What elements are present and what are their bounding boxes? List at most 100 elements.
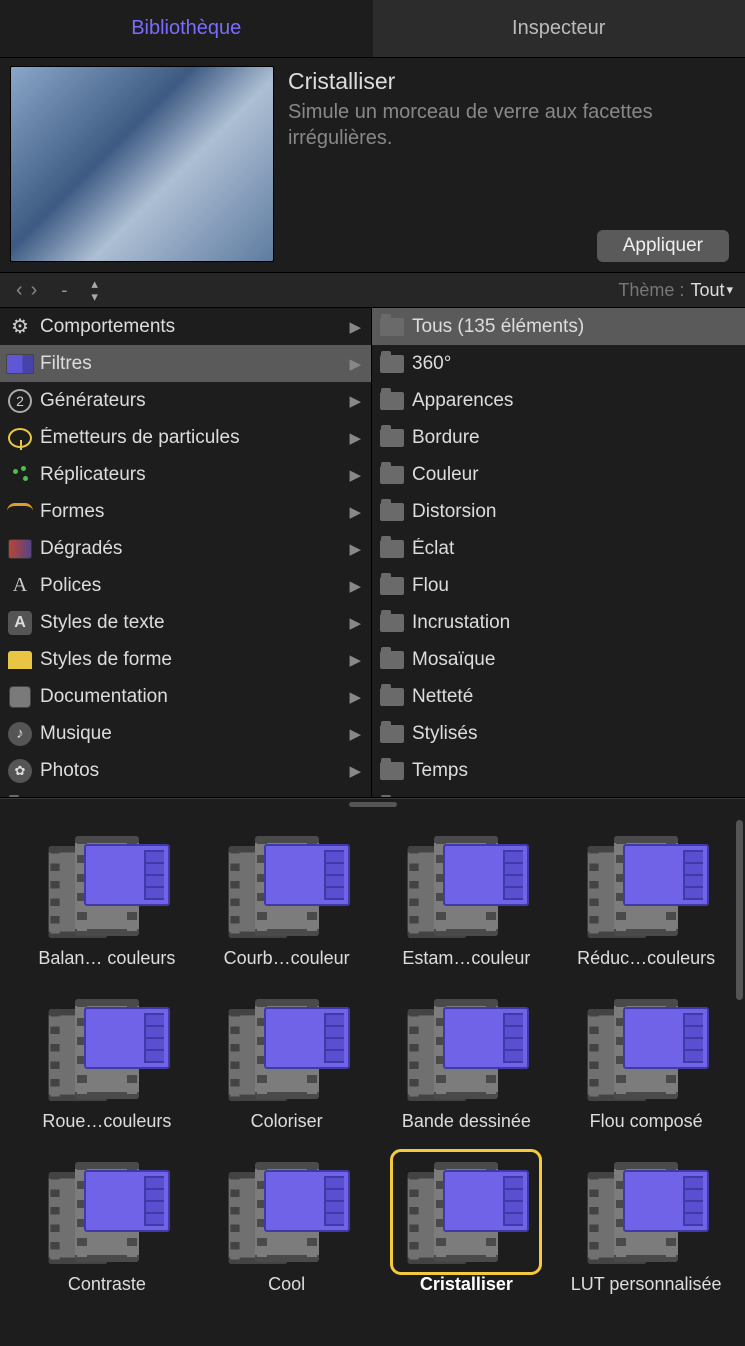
subcategory-row[interactable]: Couleur (372, 456, 745, 493)
shape-style-icon (6, 646, 34, 674)
subcategory-column: Tous (135 éléments) 360° Apparences Bordure… (372, 308, 745, 797)
filter-cell[interactable]: Courb…couleur (204, 830, 370, 969)
subcategory-row[interactable]: Distorsion (372, 493, 745, 530)
subcategory-row[interactable]: Netteté (372, 678, 745, 715)
subcategory-label: Tous (135 éléments) (412, 316, 739, 338)
filter-thumbnail (218, 1156, 356, 1268)
tab-inspector[interactable]: Inspecteur (373, 0, 745, 57)
subcategory-row[interactable]: Stylisés (372, 715, 745, 752)
filter-thumbnail (397, 830, 535, 942)
filter-cell[interactable]: Contraste (24, 1156, 190, 1295)
filter-overlay-icon (84, 1007, 170, 1069)
category-row[interactable]: Documentation▶ (0, 678, 371, 715)
filter-caption: Estam…couleur (402, 948, 530, 969)
filter-thumbnail (577, 830, 715, 942)
chevron-right-icon: ▶ (349, 355, 365, 373)
theme-label: Thème : (618, 280, 684, 301)
tab-library[interactable]: Bibliothèque (0, 0, 373, 57)
filter-cell[interactable]: Estam…couleur (384, 830, 550, 969)
path-bar: ‹ › - ▴▾ Thème : Tout ▾ (0, 272, 745, 308)
category-label: Générateurs (40, 390, 343, 412)
subcategory-row[interactable]: Apparences (372, 382, 745, 419)
category-row[interactable]: ✿Photos▶ (0, 752, 371, 789)
chevron-right-icon: ▶ (349, 318, 365, 336)
subcategory-row[interactable]: Éclat (372, 530, 745, 567)
subcategory-row[interactable]: Incrustation (372, 604, 745, 641)
folder-icon (378, 424, 406, 452)
filter-cell[interactable]: Bande dessinée (384, 993, 550, 1132)
chevron-right-icon: ▶ (349, 651, 365, 669)
category-row[interactable]: Filtres▶ (0, 345, 371, 382)
category-row[interactable]: Formes▶ (0, 493, 371, 530)
filter-thumbnail (397, 993, 535, 1105)
filter-thumbnail (38, 1156, 176, 1268)
filter-overlay-icon (84, 844, 170, 906)
folder-icon (378, 757, 406, 785)
filter-cell[interactable]: Réduc…couleurs (563, 830, 729, 969)
filter-caption: LUT personnalisée (571, 1274, 722, 1295)
category-row[interactable]: 2Générateurs▶ (0, 382, 371, 419)
filter-caption: Bande dessinée (402, 1111, 531, 1132)
apply-button[interactable]: Appliquer (597, 230, 729, 262)
filter-overlay-icon (623, 1170, 709, 1232)
subcategory-label: Vidéo (412, 797, 739, 798)
particle-emitter-icon (6, 424, 34, 452)
subcategory-label: Bordure (412, 427, 739, 449)
category-row[interactable]: APolices▶ (0, 567, 371, 604)
filter-cell[interactable]: Cristalliser (384, 1156, 550, 1295)
subcategory-row[interactable]: Mosaïque (372, 641, 745, 678)
subcategory-row[interactable]: Flou (372, 567, 745, 604)
library-browser: ⚙Comportements▶Filtres▶2Générateurs▶Émet… (0, 308, 745, 798)
folder-icon (378, 461, 406, 489)
category-row[interactable]: Réplicateurs▶ (0, 456, 371, 493)
pane-divider[interactable] (0, 798, 745, 810)
folder-icon (378, 572, 406, 600)
subcategory-label: Mosaïque (412, 649, 739, 671)
chevron-right-icon: ▶ (349, 762, 365, 780)
folder-icon (378, 646, 406, 674)
filter-cell[interactable]: Cool (204, 1156, 370, 1295)
subcategory-row[interactable]: Bordure (372, 419, 745, 456)
filter-overlay-icon (264, 1170, 350, 1232)
chevron-down-icon[interactable]: ▾ (726, 282, 733, 298)
photos-icon: ✿ (6, 757, 34, 785)
subcategory-label: Apparences (412, 390, 739, 412)
subcategory-label: Incrustation (412, 612, 739, 634)
subcategory-label: Netteté (412, 686, 739, 708)
filter-thumbnail (577, 1156, 715, 1268)
filter-thumbnail (577, 993, 715, 1105)
grid-scrollbar[interactable] (736, 820, 743, 1000)
category-row[interactable]: Styles de forme ▶ (0, 641, 371, 678)
filter-caption: Cool (268, 1274, 305, 1295)
chevron-right-icon: ▶ (349, 614, 365, 632)
subcategory-row[interactable]: 360° (372, 345, 745, 382)
category-row[interactable]: Dégradés▶ (0, 530, 371, 567)
subcategory-label: Temps (412, 760, 739, 782)
nav-back-icon[interactable]: ‹ (12, 279, 27, 302)
filter-overlay-icon (443, 1170, 529, 1232)
subcategory-label: Éclat (412, 538, 739, 560)
category-row[interactable]: Contenu▶ (0, 789, 371, 797)
category-row[interactable]: ⚙Comportements▶ (0, 308, 371, 345)
path-stepper[interactable]: ▴▾ (91, 277, 98, 303)
subcategory-label: 360° (412, 353, 739, 375)
category-label: Styles de forme (40, 649, 343, 671)
nav-forward-icon[interactable]: › (27, 279, 42, 302)
filter-cell[interactable]: Balan… couleurs (24, 830, 190, 969)
category-row[interactable]: AStyles de texte▶ (0, 604, 371, 641)
subcategory-row[interactable]: Vidéo (372, 789, 745, 797)
subcategory-row[interactable]: Temps (372, 752, 745, 789)
filter-cell[interactable]: Roue…couleurs (24, 993, 190, 1132)
subcategory-label: Distorsion (412, 501, 739, 523)
filter-cell[interactable]: LUT personnalisée (563, 1156, 729, 1295)
theme-dropdown[interactable]: Tout (690, 280, 724, 301)
subcategory-row[interactable]: Tous (135 éléments) (372, 308, 745, 345)
category-label: Réplicateurs (40, 464, 343, 486)
filter-caption: Flou composé (590, 1111, 703, 1132)
filter-cell[interactable]: Coloriser (204, 993, 370, 1132)
filter-cell[interactable]: Flou composé (563, 993, 729, 1132)
category-row[interactable]: Émetteurs de particules▶ (0, 419, 371, 456)
folder-icon (378, 683, 406, 711)
category-row[interactable]: ♪Musique▶ (0, 715, 371, 752)
chevron-right-icon: ▶ (349, 688, 365, 706)
